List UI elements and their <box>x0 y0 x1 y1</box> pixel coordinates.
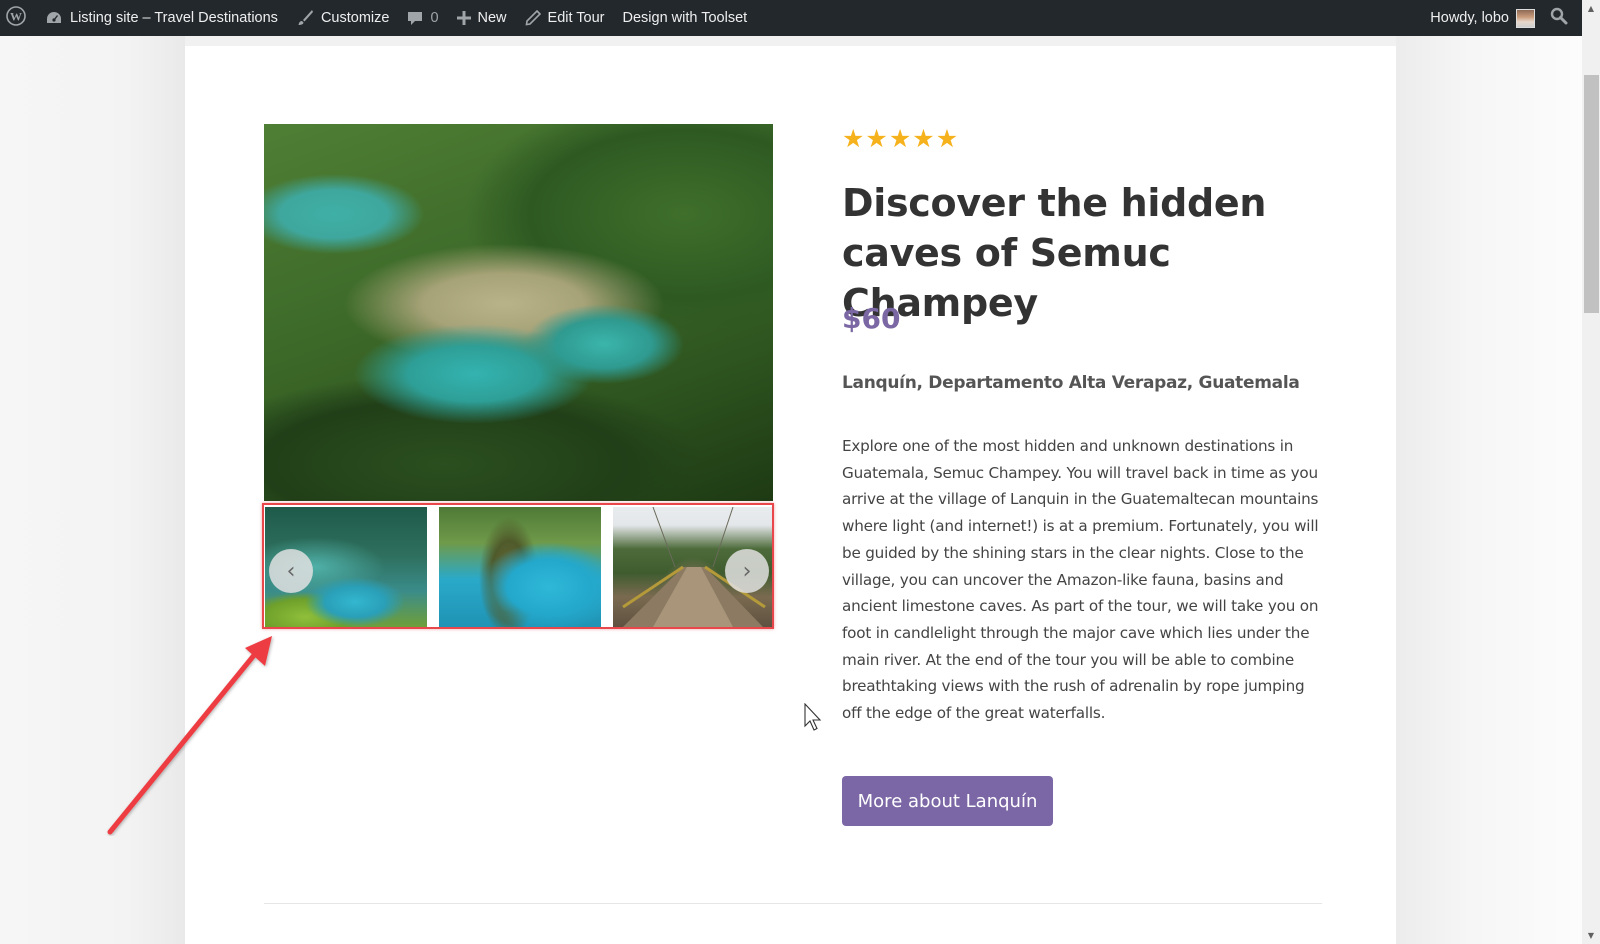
site-name-menu[interactable]: Listing site – Travel Destinations <box>36 0 287 36</box>
carousel-next-button[interactable]: › <box>725 549 769 593</box>
site-name: Listing site – Travel Destinations <box>70 10 278 26</box>
tour-title: Discover the hidden caves of Semuc Champ… <box>842 181 1267 325</box>
my-account-menu[interactable]: Howdy, lobo <box>1421 0 1544 36</box>
star-icon: ★ <box>842 124 865 153</box>
admin-search-button[interactable] <box>1544 0 1582 36</box>
new-content-menu[interactable]: New <box>448 0 516 36</box>
comments-link[interactable]: 0 <box>398 0 447 36</box>
wp-logo-menu[interactable]: W <box>0 0 36 36</box>
scrollbar-thumb[interactable] <box>1584 75 1599 313</box>
paintbrush-icon <box>296 9 314 27</box>
thumbnail-2[interactable] <box>439 507 601 627</box>
page-background-right <box>1396 36 1582 944</box>
avatar <box>1516 8 1535 28</box>
design-label: Design with Toolset <box>622 10 748 26</box>
customize-link[interactable]: Customize <box>287 0 399 36</box>
pencil-icon <box>525 10 541 26</box>
comments-count: 0 <box>430 10 439 26</box>
main-tour-image[interactable] <box>264 124 773 501</box>
greeting: Howdy, lobo <box>1430 10 1509 26</box>
star-icon: ★ <box>865 124 888 153</box>
annotation-arrow <box>107 636 272 835</box>
mouse-cursor-icon <box>804 703 822 731</box>
tour-description: Explore one of the most hidden and unkno… <box>842 437 1319 723</box>
tour-price: $60 <box>842 302 901 335</box>
thumbnail-carousel: ‹ › <box>262 503 774 629</box>
svg-text:W: W <box>10 10 22 24</box>
wp-admin-bar: W Listing site – Travel Destinations Cus… <box>0 0 1582 36</box>
comment-bubble-icon <box>407 10 423 27</box>
tour-location: Lanquín, Departamento Alta Verapaz, Guat… <box>842 373 1300 393</box>
chevron-left-icon: ‹ <box>286 558 296 584</box>
scroll-down-arrow-icon[interactable]: ▼ <box>1582 927 1600 944</box>
star-icon: ★ <box>912 124 935 153</box>
search-icon <box>1550 7 1568 29</box>
star-icon: ★ <box>888 124 912 153</box>
design-with-toolset-link[interactable]: Design with Toolset <box>614 0 757 36</box>
scroll-up-arrow-icon[interactable]: ▲ <box>1582 0 1600 17</box>
edit-tour-link[interactable]: Edit Tour <box>516 0 614 36</box>
chevron-right-icon: › <box>742 558 752 584</box>
carousel-prev-button[interactable]: ‹ <box>269 549 313 593</box>
new-label: New <box>477 10 507 26</box>
star-rating: ★ ★ ★ ★ ★ <box>842 126 958 152</box>
star-icon: ★ <box>935 124 959 153</box>
edit-tour-label: Edit Tour <box>547 10 605 26</box>
more-about-button[interactable]: More about Lanquín <box>842 776 1053 826</box>
plus-icon <box>456 11 471 25</box>
section-divider <box>264 903 1322 904</box>
customize-label: Customize <box>320 10 390 26</box>
vertical-scrollbar[interactable]: ▲ ▼ <box>1582 0 1600 944</box>
dashboard-icon <box>45 10 63 26</box>
wordpress-logo-icon: W <box>6 6 26 30</box>
